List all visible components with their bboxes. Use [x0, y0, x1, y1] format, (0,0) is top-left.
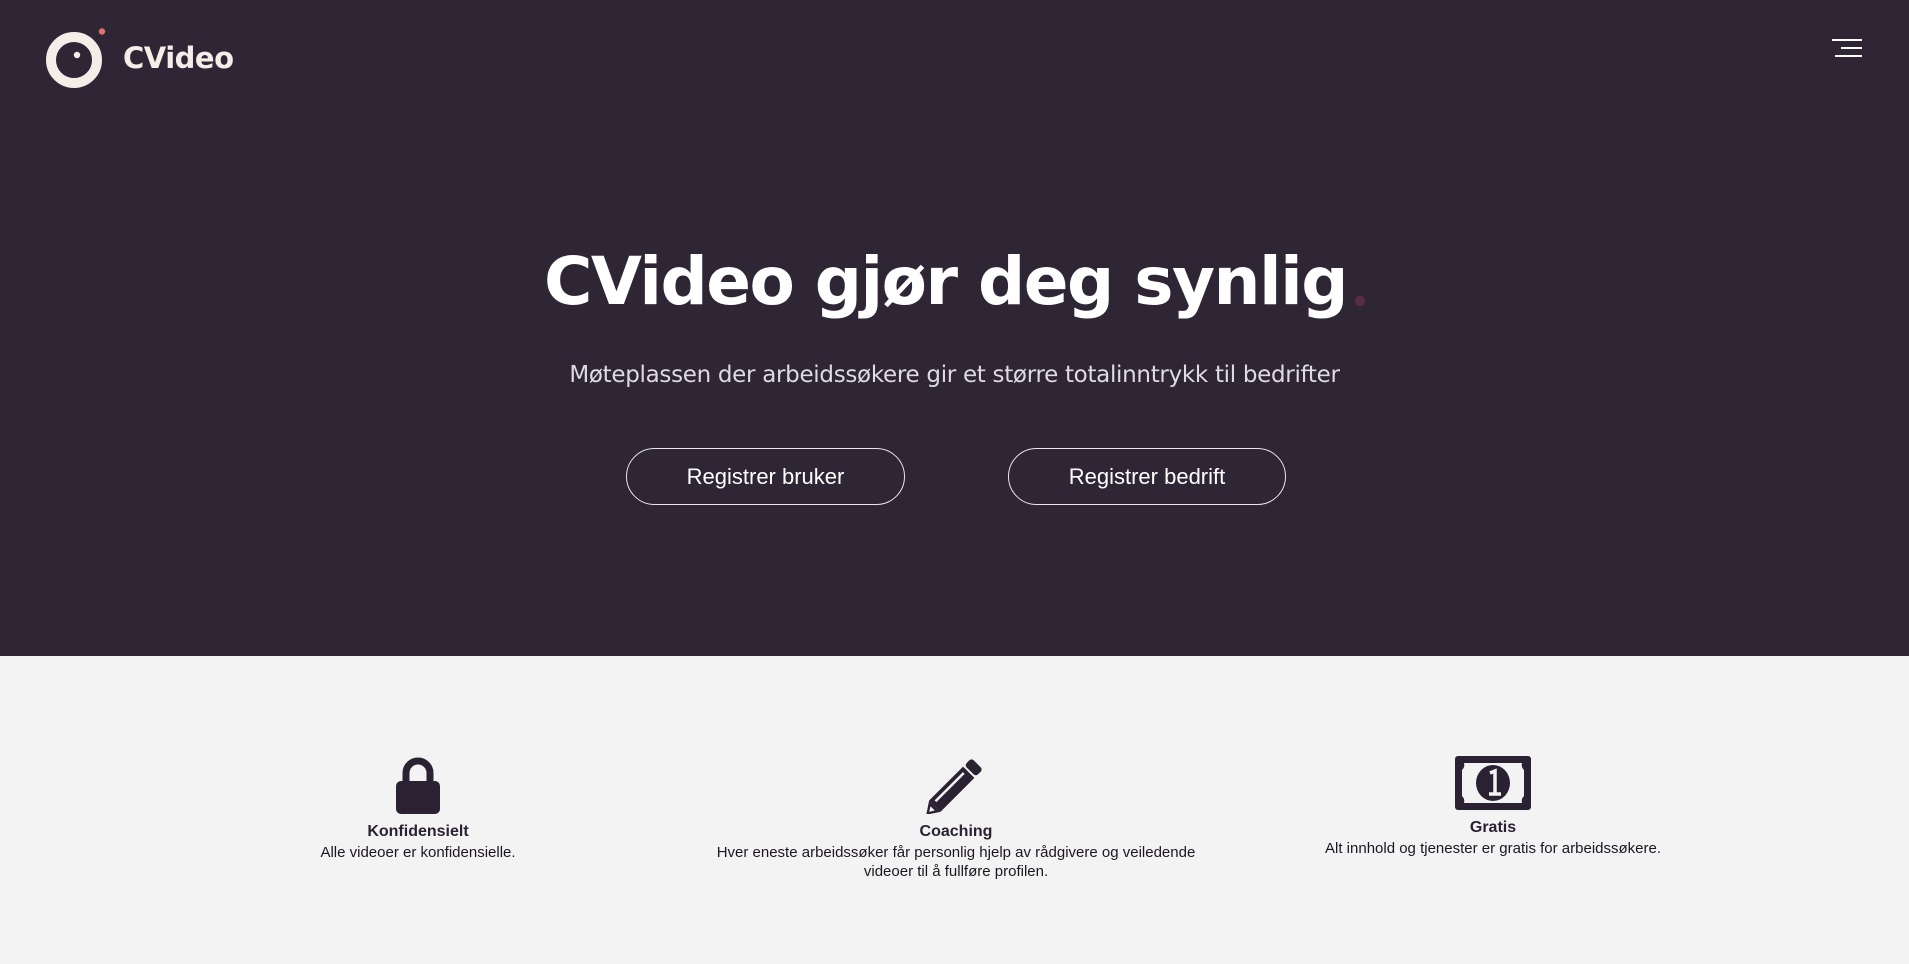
feature-title: Gratis: [1469, 819, 1517, 836]
feature-description: Alle videoer er konfidensielle.: [320, 844, 516, 861]
hero-title: CVideo gjør deg synlig: [0, 243, 1909, 320]
logo-link[interactable]: CVideo: [46, 28, 234, 88]
logo-icon: [46, 28, 106, 88]
menu-button[interactable]: [1826, 34, 1862, 64]
banknote-icon: [1293, 756, 1693, 810]
feature-free: Gratis Alt innhold og tjenester er grati…: [1293, 756, 1693, 858]
register-user-button[interactable]: Registrer bruker: [626, 448, 905, 505]
feature-description: Alt innhold og tjenester er gratis for a…: [1325, 840, 1661, 857]
hamburger-menu-icon: [1826, 34, 1862, 64]
title-dot: [1355, 296, 1366, 306]
page: CVideo CVideo gjør deg synlig Møteplasse…: [0, 0, 1909, 964]
logo-text: CVideo: [123, 41, 234, 75]
hero-subtitle: Møteplassen der arbeidssøkere gir et stø…: [569, 362, 1340, 388]
register-company-button[interactable]: Registrer bedrift: [1008, 448, 1286, 505]
hero-title-text: CVideo gjør deg synlig: [543, 243, 1349, 320]
feature-title: Konfidensielt: [367, 823, 469, 840]
feature-description: Hver eneste arbeidssøker får personlig h…: [716, 844, 1196, 880]
feature-coaching: Coaching Hver eneste arbeidssøker får pe…: [696, 756, 1216, 881]
hero-section: CVideo CVideo gjør deg synlig Møteplasse…: [0, 0, 1909, 656]
feature-confidential: Konfidensielt Alle videoer er konfidensi…: [258, 756, 578, 862]
feature-title: Coaching: [919, 823, 993, 840]
pencil-icon: [696, 756, 1216, 814]
lock-icon: [258, 756, 578, 814]
